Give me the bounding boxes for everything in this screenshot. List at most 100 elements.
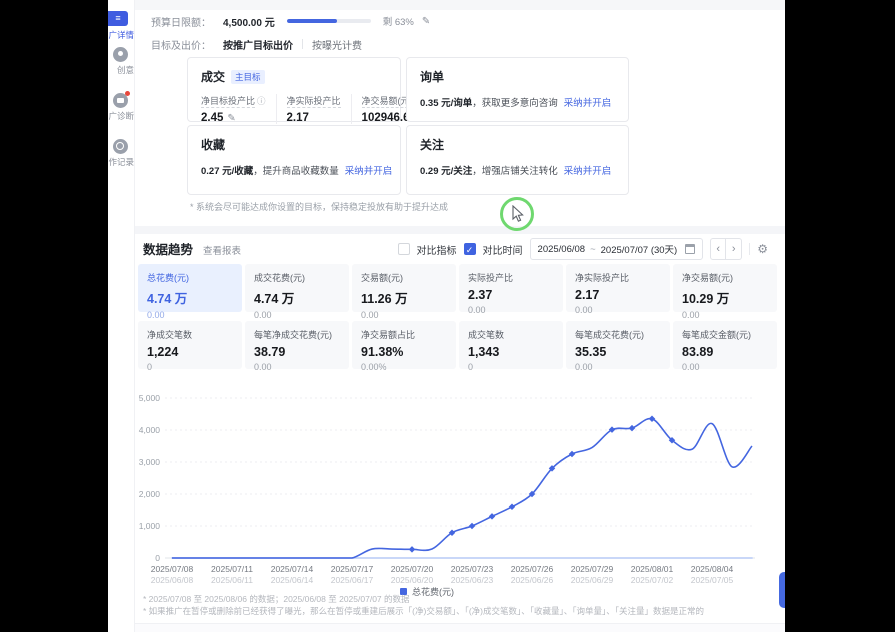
metric-label[interactable]: 净目标投产比 [201, 96, 255, 108]
trend-card-label: 成交笔数 [468, 330, 504, 341]
trend-card-label: 净交易额(元) [682, 273, 733, 284]
adopt-enable-link[interactable]: 采纳并开启 [345, 166, 393, 177]
sidebar-item-records-label[interactable]: 作记录 [108, 156, 134, 168]
svg-text:5,000: 5,000 [139, 393, 161, 403]
trend-card-compare: 0.00 [682, 310, 768, 320]
svg-text:2025/06/29: 2025/06/29 [571, 575, 614, 585]
history-icon[interactable] [113, 139, 128, 154]
trend-card-compare: 0.00 [575, 305, 661, 315]
trend-card-value: 11.26 万 [361, 288, 447, 307]
bottom-strip [135, 623, 785, 632]
trend-card-gmv[interactable]: 交易额(元) 11.26 万 0.00 [352, 264, 456, 312]
tab-bid-by-impression[interactable]: 按曝光计费 [312, 37, 362, 52]
trend-card-label: 净交易额占比 [361, 330, 415, 341]
top-strip [135, 0, 785, 10]
trend-card-label: 交易额(元) [361, 273, 403, 284]
trend-card-value: 1,224 [147, 345, 233, 359]
trend-controls: 对比指标 ✓ 对比时间 2025/06/08 ~ 2025/07/07 (30天… [398, 238, 768, 260]
check-icon: ✓ [466, 245, 474, 255]
svg-text:2025/08/04: 2025/08/04 [691, 564, 734, 574]
budget-label: 预算日限额： [151, 14, 211, 29]
goal-card-follow[interactable]: 关注 0.29 元/关注，增强店铺关注转化采纳并开启 [406, 125, 629, 195]
goal-desc: ，获取更多意向咨询 [472, 98, 558, 109]
idea-icon[interactable] [113, 47, 128, 62]
trend-card-cost-per-order[interactable]: 每笔成交花费(元) 35.35 0.00 [566, 321, 670, 369]
trend-card-compare: 0.00 [575, 362, 661, 372]
date-range-picker[interactable]: 2025/06/08 ~ 2025/07/07 (30天) [530, 238, 704, 260]
compare-time-checkbox[interactable]: ✓ [464, 243, 476, 255]
trend-card-value: 2.17 [575, 288, 661, 302]
goal-card-favorite[interactable]: 收藏 0.27 元/收藏，提升商品收藏数量采纳并开启 [187, 125, 401, 195]
trend-card-net-actual-roi[interactable]: 净实际投产比 2.17 0.00 [566, 264, 670, 312]
trend-card-net-orders[interactable]: 净成交笔数 1,224 0 [138, 321, 242, 369]
goal-card-inquiry[interactable]: 询单 0.35 元/询单，获取更多意向咨询采纳并开启 [406, 57, 629, 122]
calendar-icon [685, 244, 695, 254]
trend-card-amount-per-order[interactable]: 每笔成交金额(元) 83.89 0.00 [673, 321, 777, 369]
edit-roi-icon[interactable]: ✎ [227, 113, 235, 124]
side-fab-button[interactable] [779, 572, 785, 608]
trend-card-label: 实际投产比 [468, 273, 513, 284]
trends-header: 数据趋势 查看报表 [143, 239, 241, 258]
trend-card-compare: 0.00% [361, 362, 447, 372]
trend-card-label: 净成交笔数 [147, 330, 192, 341]
trend-card-value: 91.38% [361, 345, 447, 359]
info-icon[interactable]: ⓘ [257, 96, 266, 106]
svg-text:2025/07/17: 2025/07/17 [331, 564, 374, 574]
svg-text:2025/07/11: 2025/07/11 [211, 564, 253, 574]
svg-text:4,000: 4,000 [139, 425, 161, 435]
sidebar-item-creative-label[interactable]: 创意 [108, 64, 134, 76]
trend-card-actual-roi[interactable]: 实际投产比 2.37 0.00 [459, 264, 563, 312]
goal-desc: ，增强店铺关注转化 [472, 166, 558, 177]
svg-text:0: 0 [155, 553, 160, 563]
trend-card-compare: 0 [468, 362, 554, 372]
notification-dot [125, 91, 130, 96]
next-period-button[interactable]: › [726, 238, 742, 260]
app-content: ≡ 广详情 创意 广诊断 作记录 预算日限额： 4,500.00 元 剩 63%… [108, 0, 785, 632]
trend-card-label: 成交花费(元) [254, 273, 305, 284]
trend-card-net-gmv-ratio[interactable]: 净交易额占比 91.38% 0.00% [352, 321, 456, 369]
prev-period-button[interactable]: ‹ [710, 238, 726, 260]
svg-text:2025/06/14: 2025/06/14 [271, 575, 314, 585]
range-separator: ~ [590, 244, 596, 255]
sidebar-item-diagnose-label[interactable]: 广诊断 [108, 110, 134, 122]
trend-card-cost-per-net-order[interactable]: 每笔净成交花费(元) 38.79 0.00 [245, 321, 349, 369]
trend-metric-grid: 总花费(元) 4.74 万 0.00 成交花费(元) 4.74 万 0.00 交… [138, 264, 777, 369]
metric-label[interactable]: 净交易额(元) [362, 96, 413, 108]
trend-card-orders[interactable]: 成交笔数 1,343 0 [459, 321, 563, 369]
sidebar-item-detail-active[interactable]: ≡ [108, 11, 128, 26]
goal-card-deal[interactable]: 成交 主目标 净目标投产比ⓘ 2.45✎ 净实际投产比 2.17 [187, 57, 401, 122]
budget-value: 4,500.00 元 [223, 14, 275, 29]
metric-label[interactable]: 净实际投产比 [287, 96, 341, 108]
svg-text:2025/06/20: 2025/06/20 [391, 575, 434, 585]
svg-text:2,000: 2,000 [139, 489, 161, 499]
compare-metric-label[interactable]: 对比指标 [417, 242, 457, 257]
tab-separator [302, 39, 303, 49]
edit-budget-icon[interactable]: ✎ [422, 16, 430, 27]
trend-card-net-gmv[interactable]: 净交易额(元) 10.29 万 0.00 [673, 264, 777, 312]
trend-card-deal-cost[interactable]: 成交花费(元) 4.74 万 0.00 [245, 264, 349, 312]
trend-card-total-cost[interactable]: 总花费(元) 4.74 万 0.00 [138, 264, 242, 312]
svg-text:1,000: 1,000 [139, 521, 161, 531]
svg-text:2025/06/23: 2025/06/23 [451, 575, 494, 585]
sidebar-item-detail-label[interactable]: 广详情 [108, 29, 134, 41]
goal-cards: 成交 主目标 净目标投产比ⓘ 2.45✎ 净实际投产比 2.17 [187, 57, 629, 195]
compare-time-label[interactable]: 对比时间 [483, 242, 523, 257]
chart-footnote-2: * 如果推广在暂停或删除前已经获得了曝光，那么在暂停或重建后展示「(净)交易额」… [143, 605, 704, 617]
svg-text:2025/07/14: 2025/07/14 [271, 564, 314, 574]
trend-card-compare: 0.00 [147, 310, 233, 320]
budget-progress-bar [287, 19, 371, 23]
chart-axes: 01,0002,0003,0004,0005,0002025/07/082025… [139, 393, 755, 585]
view-report-link[interactable]: 查看报表 [203, 243, 241, 257]
left-sidebar: ≡ 广详情 创意 广诊断 作记录 [108, 0, 135, 632]
adopt-enable-link[interactable]: 采纳并开启 [564, 166, 612, 177]
compare-metric-checkbox[interactable] [398, 243, 410, 255]
goal-card-title: 收藏 [201, 136, 225, 153]
screen: ≡ 广详情 创意 广诊断 作记录 预算日限额： 4,500.00 元 剩 63%… [0, 0, 895, 632]
section-divider [135, 226, 785, 234]
series-markers [409, 416, 676, 553]
metric-net-actual-roi: 净实际投产比 2.17 [276, 94, 351, 124]
tab-bid-by-goal[interactable]: 按推广目标出价 [223, 37, 293, 52]
svg-text:2025/06/17: 2025/06/17 [331, 575, 374, 585]
gear-icon[interactable]: ⚙ [757, 242, 768, 256]
adopt-enable-link[interactable]: 采纳并开启 [564, 98, 612, 109]
